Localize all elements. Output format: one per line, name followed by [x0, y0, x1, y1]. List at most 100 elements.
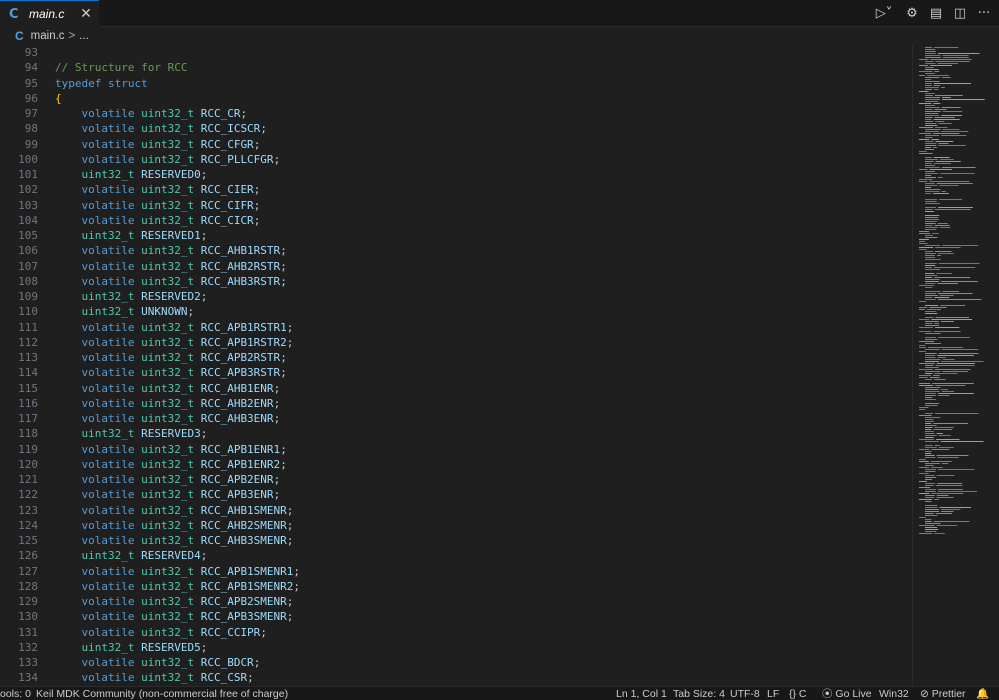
- code-line[interactable]: volatile uint32_t RCC_APB1ENR2;: [55, 457, 300, 472]
- code-line[interactable]: volatile uint32_t RCC_APB3SMENR;: [55, 609, 300, 624]
- code-line[interactable]: uint32_t RESERVED5;: [55, 640, 300, 655]
- code-token: ;: [260, 625, 267, 639]
- gear-icon[interactable]: ⚙: [903, 5, 921, 23]
- tab-main-c[interactable]: C main.c ✕: [0, 0, 99, 27]
- status-cursor-position[interactable]: Ln 1, Col 1: [616, 687, 667, 700]
- minimap-line: [937, 223, 948, 224]
- line-number: 128: [18, 579, 38, 593]
- code-token: uint32_t: [141, 671, 201, 685]
- code-token: {: [55, 91, 62, 105]
- code-line[interactable]: volatile uint32_t RCC_AHB1SMENR;: [55, 503, 300, 518]
- code-line[interactable]: {: [55, 91, 300, 106]
- code-line[interactable]: volatile uint32_t RCC_APB3ENR;: [55, 487, 300, 502]
- status-tools[interactable]: ools: 0: [0, 687, 31, 700]
- code-line[interactable]: volatile uint32_t RCC_APB2RSTR;: [55, 350, 300, 365]
- code-line[interactable]: volatile uint32_t RCC_AHB1ENR;: [55, 381, 300, 396]
- code-line[interactable]: volatile uint32_t RCC_AHB3ENR;: [55, 411, 300, 426]
- code-line[interactable]: volatile uint32_t RCC_APB1SMENR2;: [55, 579, 300, 594]
- code-line[interactable]: volatile uint32_t RCC_ICSCR;: [55, 121, 300, 136]
- minimap-line: [925, 287, 933, 288]
- minimap-line: [925, 47, 933, 48]
- code-line[interactable]: volatile uint32_t RCC_APB1RSTR1;: [55, 320, 300, 335]
- run-debug-icon[interactable]: ▷˅: [871, 5, 897, 23]
- code-line[interactable]: uint32_t RESERVED2;: [55, 289, 300, 304]
- code-editor[interactable]: 93 94 95 96 97 98 99 100 101 102 103 104 105 106 107 10…: [0, 45, 912, 686]
- breadcrumb-symbol[interactable]: ...: [79, 30, 89, 42]
- code-line[interactable]: volatile uint32_t RCC_CICR;: [55, 213, 300, 228]
- code-line[interactable]: volatile uint32_t RCC_APB1SMENR1;: [55, 564, 300, 579]
- code-line[interactable]: // Structure for RCC: [55, 60, 300, 75]
- code-line[interactable]: volatile uint32_t RCC_AHB3SMENR;: [55, 533, 300, 548]
- minimap-line: [925, 193, 932, 194]
- breadcrumb-file[interactable]: main.c: [31, 30, 65, 42]
- code-token: ;: [273, 396, 281, 410]
- code-token: uint32_t: [141, 198, 201, 212]
- status-go-live[interactable]: ⦿ Go Live: [822, 687, 872, 700]
- code-line[interactable]: [55, 45, 300, 60]
- minimap[interactable]: [912, 45, 999, 686]
- code-line[interactable]: volatile uint32_t RCC_APB1ENR1;: [55, 442, 300, 457]
- line-number: 99: [24, 137, 38, 151]
- line-number: 109: [18, 290, 38, 303]
- minimap-line: [936, 495, 949, 496]
- code-line[interactable]: volatile uint32_t RCC_CIER;: [55, 182, 300, 197]
- minimap-line: [925, 157, 932, 158]
- bell-icon[interactable]: 🔔: [976, 687, 989, 700]
- minimap-line: [925, 273, 935, 274]
- code-line[interactable]: volatile uint32_t RCC_APB3RSTR;: [55, 365, 300, 380]
- code-line[interactable]: volatile uint32_t RCC_AHB2ENR;: [55, 396, 300, 411]
- code-line[interactable]: uint32_t RESERVED0;: [55, 167, 300, 182]
- status-tab-size[interactable]: Tab Size: 4: [673, 687, 725, 700]
- more-actions-icon[interactable]: ···: [975, 5, 993, 23]
- code-token: uint32_t: [141, 137, 201, 151]
- code-line[interactable]: volatile uint32_t RCC_BDCR;: [55, 655, 300, 670]
- code-line[interactable]: uint32_t RESERVED4;: [55, 548, 300, 563]
- split-editor-icon[interactable]: ◫: [951, 5, 969, 23]
- code-line[interactable]: volatile uint32_t RCC_CSR;: [55, 670, 300, 685]
- minimap-line: [942, 97, 951, 98]
- status-keil[interactable]: Keil MDK Community (non-commercial free …: [36, 687, 288, 700]
- code-line[interactable]: volatile uint32_t RCC_CR;: [55, 106, 300, 121]
- minimap-line: [938, 263, 980, 264]
- code-token: uint32_t: [141, 656, 201, 669]
- minimap-line: [925, 403, 939, 404]
- code-line[interactable]: uint32_t UNKNOWN;: [55, 304, 300, 319]
- minimap-line: [925, 463, 940, 464]
- status-eol[interactable]: LF: [767, 687, 779, 700]
- code-token: ;: [280, 366, 287, 380]
- code-token: uint32_t: [141, 259, 201, 273]
- minimap-line: [925, 259, 941, 260]
- minimap-line: [931, 493, 964, 494]
- minimap-line: [935, 327, 960, 328]
- code-content[interactable]: // Structure for RCC typedef struct{ vola…: [55, 45, 300, 686]
- line-number: 110: [18, 305, 38, 319]
- layout-icon[interactable]: ▤: [927, 5, 945, 23]
- code-line[interactable]: volatile uint32_t RCC_AHB1RSTR;: [55, 243, 300, 258]
- code-line[interactable]: volatile uint32_t RCC_CFGR;: [55, 137, 300, 152]
- code-line[interactable]: volatile uint32_t RCC_APB1RSTR2;: [55, 335, 300, 350]
- status-language[interactable]: {} C: [789, 687, 807, 700]
- code-line[interactable]: volatile uint32_t RCC_CIFR;: [55, 198, 300, 213]
- minimap-line: [925, 313, 938, 314]
- status-platform[interactable]: Win32: [879, 687, 909, 700]
- code-token: ;: [253, 656, 261, 669]
- code-line[interactable]: volatile uint32_t RCC_PLLCFGR;: [55, 152, 300, 167]
- code-line[interactable]: volatile uint32_t RCC_AHB3RSTR;: [55, 274, 300, 289]
- code-line[interactable]: volatile uint32_t RCC_AHB2SMENR;: [55, 518, 300, 533]
- code-token: ;: [200, 290, 208, 303]
- minimap-line: [925, 95, 933, 96]
- code-line[interactable]: uint32_t RESERVED1;: [55, 228, 300, 243]
- code-line[interactable]: volatile uint32_t RCC_APB2SMENR;: [55, 594, 300, 609]
- status-prettier[interactable]: ⊘ Prettier: [920, 687, 966, 700]
- code-line[interactable]: typedef struct: [55, 76, 300, 91]
- code-line[interactable]: volatile uint32_t RCC_AHB2RSTR;: [55, 259, 300, 274]
- status-encoding[interactable]: UTF-8: [730, 687, 760, 700]
- minimap-line: [919, 169, 928, 170]
- code-line[interactable]: volatile uint32_t RCC_APB2ENR;: [55, 472, 300, 487]
- close-icon[interactable]: ✕: [78, 6, 94, 22]
- line-number: 93: [24, 46, 38, 59]
- line-number: 130: [18, 610, 38, 624]
- code-line[interactable]: uint32_t RESERVED3;: [55, 426, 300, 441]
- code-line[interactable]: volatile uint32_t RCC_CCIPR;: [55, 625, 300, 640]
- code-token: uint32_t: [141, 564, 201, 578]
